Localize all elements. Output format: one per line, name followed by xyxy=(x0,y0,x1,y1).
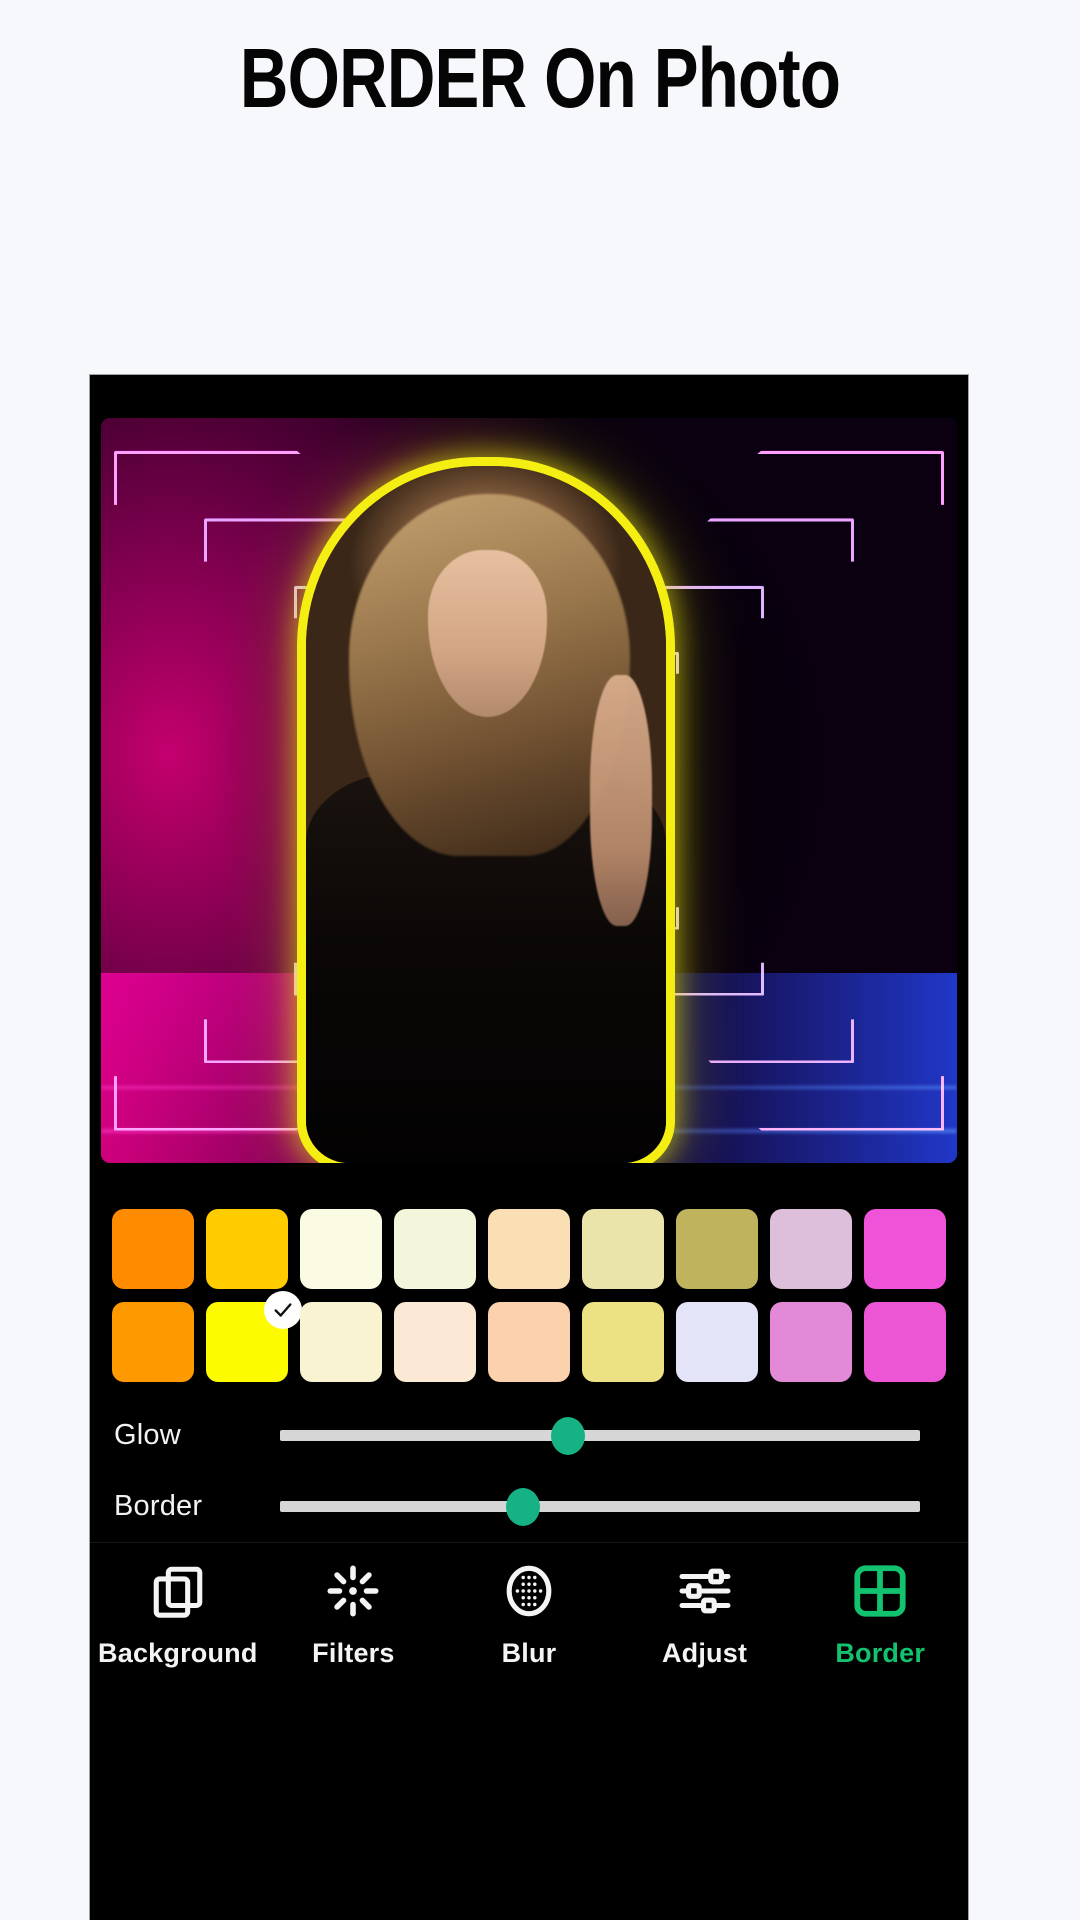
color-palette[interactable] xyxy=(101,1209,968,1389)
color-swatch[interactable] xyxy=(676,1209,758,1289)
color-swatch[interactable] xyxy=(300,1302,382,1382)
color-swatch[interactable] xyxy=(676,1302,758,1382)
slider-panel: Glow Border xyxy=(90,1400,968,1542)
bottom-toolbar[interactable]: Background Filters Blur Adjust Border xyxy=(90,1542,968,1920)
subject-silhouette xyxy=(306,466,666,1163)
toolbar-item-label: Blur xyxy=(501,1638,557,1668)
slider-label: Glow xyxy=(114,1419,181,1451)
check-icon xyxy=(264,1291,302,1329)
color-swatch[interactable] xyxy=(112,1209,194,1289)
slider-label: Border xyxy=(114,1490,203,1522)
toolbar-item-label: Border xyxy=(835,1638,926,1668)
slider-track[interactable] xyxy=(280,1487,920,1526)
slider-thumb[interactable] xyxy=(506,1487,541,1526)
color-swatch[interactable] xyxy=(770,1209,852,1289)
toolbar-item-label: Background xyxy=(98,1638,258,1668)
color-swatch[interactable] xyxy=(394,1302,476,1382)
phone-app-frame: Glow Border Background Filters Blur Adjust Bo… xyxy=(90,375,968,1920)
color-swatch[interactable] xyxy=(300,1209,382,1289)
blur-dots-icon xyxy=(500,1562,558,1620)
toolbar-item-adjust[interactable]: Adjust xyxy=(617,1562,793,1669)
grid-four-icon xyxy=(851,1562,909,1620)
toolbar-item-blur[interactable]: Blur xyxy=(441,1562,617,1669)
color-swatch[interactable] xyxy=(112,1302,194,1382)
toolbar-item-label: Adjust xyxy=(661,1638,748,1668)
subject-arm xyxy=(590,675,652,926)
color-swatch[interactable] xyxy=(488,1302,570,1382)
color-swatch[interactable] xyxy=(770,1302,852,1382)
toolbar-item-background[interactable]: Background xyxy=(90,1562,266,1669)
layers-icon xyxy=(149,1562,207,1620)
toolbar-item-label: Filters xyxy=(312,1638,395,1668)
slider-track-area[interactable] xyxy=(280,1416,920,1456)
slider-track[interactable] xyxy=(280,1416,920,1455)
color-swatch[interactable] xyxy=(206,1291,302,1382)
palette-row-2[interactable] xyxy=(101,1291,968,1382)
color-swatch[interactable] xyxy=(582,1209,664,1289)
color-swatch[interactable] xyxy=(206,1209,288,1289)
color-swatch[interactable] xyxy=(394,1209,476,1289)
photo-preview[interactable] xyxy=(101,418,957,1163)
color-swatch[interactable] xyxy=(864,1209,946,1289)
palette-row-1[interactable] xyxy=(101,1209,968,1289)
sliders-icon xyxy=(676,1562,734,1620)
slider-track-area[interactable] xyxy=(280,1487,920,1527)
page-title: BORDER On Photo xyxy=(239,31,841,125)
color-swatch[interactable] xyxy=(864,1302,946,1382)
color-swatch[interactable] xyxy=(582,1302,664,1382)
slider-glow[interactable]: Glow xyxy=(90,1400,968,1471)
color-swatch[interactable] xyxy=(488,1209,570,1289)
slider-border[interactable]: Border xyxy=(90,1471,968,1542)
toolbar-item-filters[interactable]: Filters xyxy=(266,1562,442,1669)
sparkle-icon xyxy=(324,1562,382,1620)
toolbar-item-border[interactable]: Border xyxy=(792,1562,968,1669)
slider-thumb[interactable] xyxy=(551,1416,585,1455)
